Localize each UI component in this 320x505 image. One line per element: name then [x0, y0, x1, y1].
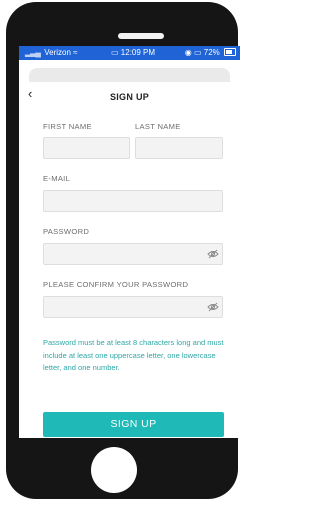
- screen-icon: ▭: [111, 48, 119, 57]
- battery-percent: 72%: [203, 48, 220, 57]
- page-title: SIGN UP: [109, 92, 150, 102]
- carrier-name: Verizon: [44, 48, 71, 57]
- status-bar: ▂▃▄ Verizon ≈ ▭ 12:09 PM ◉ ▭ 72%: [19, 46, 240, 60]
- first-name-label: FIRST NAME: [43, 122, 92, 131]
- password-label: PASSWORD: [43, 227, 90, 236]
- phone-speaker: [118, 33, 164, 39]
- screen-mirror-icon: ▭: [193, 48, 202, 57]
- battery-icon: [224, 48, 236, 56]
- confirm-password-field[interactable]: [43, 296, 223, 318]
- last-name-label: LAST NAME: [135, 122, 181, 131]
- password-hint: Password must be at least 8 characters l…: [43, 338, 224, 372]
- status-right: ◉ ▭ 72%: [185, 46, 236, 60]
- confirm-password-label: PLEASE CONFIRM YOUR PASSWORD: [43, 280, 189, 289]
- eye-icon[interactable]: [207, 249, 219, 259]
- home-button[interactable]: [91, 447, 137, 493]
- status-time: ▭ 12:09 PM: [111, 46, 155, 60]
- status-carrier: ▂▃▄ Verizon ≈: [25, 46, 78, 60]
- signal-icon: ▂▃▄: [25, 48, 41, 57]
- last-name-field[interactable]: [135, 137, 223, 159]
- orientation-lock-icon: ◉: [184, 48, 192, 57]
- eye-icon[interactable]: [207, 302, 219, 312]
- time-text: 12:09 PM: [120, 48, 156, 57]
- phone-screen: ▂▃▄ Verizon ≈ ▭ 12:09 PM ◉ ▭ 72% ‹ SIGN …: [19, 46, 240, 438]
- wifi-icon: ≈: [73, 48, 78, 57]
- email-label: E-MAIL: [43, 174, 71, 183]
- email-field[interactable]: [43, 190, 223, 212]
- first-name-field[interactable]: [43, 137, 130, 159]
- sign-up-button[interactable]: SIGN UP: [43, 412, 224, 437]
- password-field[interactable]: [43, 243, 223, 265]
- signup-sheet: ‹ SIGN UP FIRST NAME LAST NAME E-MAIL PA…: [19, 82, 240, 438]
